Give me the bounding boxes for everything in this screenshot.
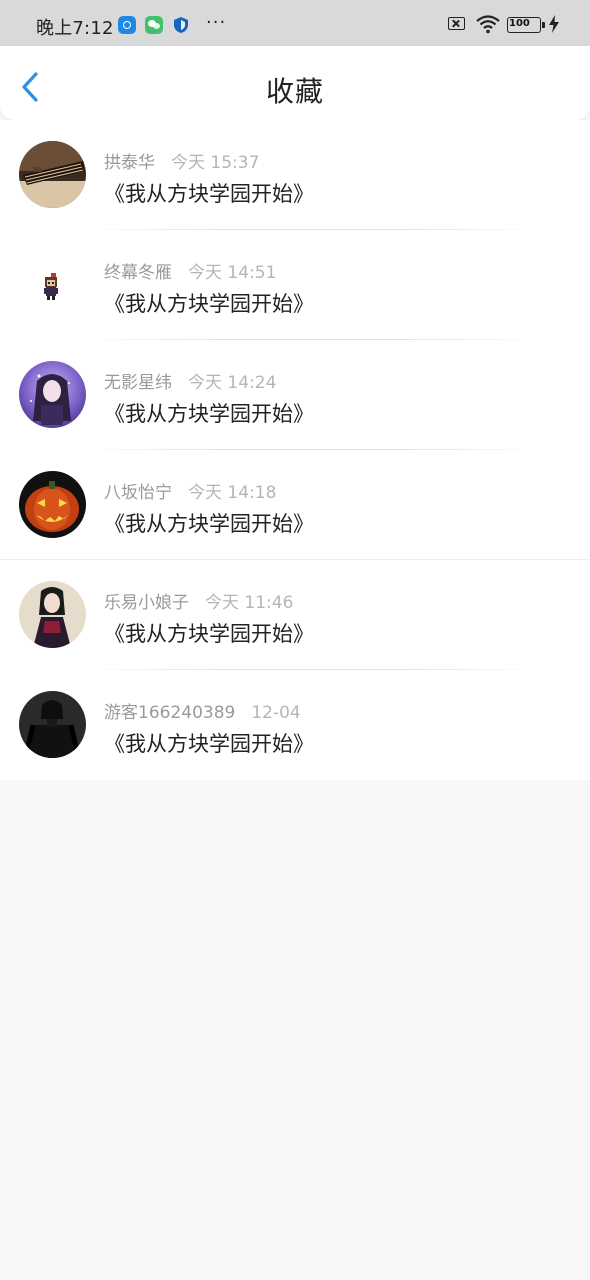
item-content[interactable]: 《我从方块学园开始》 <box>104 508 314 538</box>
list-item[interactable]: 终幕冬雁 今天 14:51 《我从方块学园开始》 <box>0 230 590 340</box>
list-item[interactable]: 无影星纬 今天 14:24 《我从方块学园开始》 <box>0 340 590 450</box>
item-time: 今天 14:18 <box>188 483 277 503</box>
list-item[interactable]: 游客166240389 12-04 《我从方块学园开始》 <box>0 670 590 780</box>
user-name[interactable]: 终幕冬雁 <box>104 263 172 283</box>
item-meta: 乐易小娘子 今天 11:46 <box>104 588 293 613</box>
item-time: 今天 11:46 <box>205 593 294 613</box>
user-name[interactable]: 拱泰华 <box>104 153 155 173</box>
avatar[interactable] <box>19 471 86 538</box>
avatar[interactable] <box>19 361 86 428</box>
item-content[interactable]: 《我从方块学园开始》 <box>104 288 314 318</box>
item-time: 今天 14:51 <box>188 263 277 283</box>
list-item[interactable]: 乐易小娘子 今天 11:46 《我从方块学园开始》 <box>0 560 590 670</box>
wifi-icon <box>476 14 500 38</box>
avatar[interactable] <box>19 251 86 318</box>
item-content[interactable]: 《我从方块学园开始》 <box>104 618 314 648</box>
item-time: 今天 14:24 <box>188 373 277 393</box>
status-time: 晚上7:12 <box>36 18 114 39</box>
shield-app-icon <box>172 16 190 34</box>
user-name[interactable]: 无影星纬 <box>104 373 172 393</box>
status-bar: 晚上7:12 ··· 100 <box>0 0 590 46</box>
user-name[interactable]: 八坂怡宁 <box>104 483 172 503</box>
avatar[interactable] <box>19 581 86 648</box>
wechat-icon <box>145 16 163 34</box>
list-item[interactable]: 八坂怡宁 今天 14:18 《我从方块学园开始》 <box>0 450 590 560</box>
item-meta: 无影星纬 今天 14:24 <box>104 368 276 393</box>
item-meta: 游客166240389 12-04 <box>104 698 301 723</box>
app-header: 收藏 <box>0 46 590 120</box>
battery-icon: 100 <box>507 17 541 33</box>
avatar[interactable] <box>19 691 86 758</box>
browser-app-icon <box>118 16 136 34</box>
item-meta: 终幕冬雁 今天 14:51 <box>104 258 276 283</box>
item-time: 今天 15:37 <box>171 153 260 173</box>
item-content[interactable]: 《我从方块学园开始》 <box>104 398 314 428</box>
item-time: 12-04 <box>251 703 301 723</box>
avatar[interactable] <box>19 141 86 208</box>
user-name[interactable]: 游客166240389 <box>104 703 235 723</box>
item-content[interactable]: 《我从方块学园开始》 <box>104 728 314 758</box>
item-meta: 拱泰华 今天 15:37 <box>104 148 259 173</box>
charging-icon <box>548 15 560 37</box>
user-name[interactable]: 乐易小娘子 <box>104 593 189 613</box>
more-notifications-icon: ··· <box>206 12 227 33</box>
favorites-list: 拱泰华 今天 15:37 《我从方块学园开始》 终幕冬雁 今天 14:51 《我… <box>0 120 590 780</box>
item-content[interactable]: 《我从方块学园开始》 <box>104 178 314 208</box>
list-item[interactable]: 拱泰华 今天 15:37 《我从方块学园开始》 <box>0 120 590 230</box>
battery-cap <box>542 22 545 28</box>
sim-off-icon <box>448 17 465 30</box>
item-meta: 八坂怡宁 今天 14:18 <box>104 478 276 503</box>
page-title: 收藏 <box>265 75 324 108</box>
